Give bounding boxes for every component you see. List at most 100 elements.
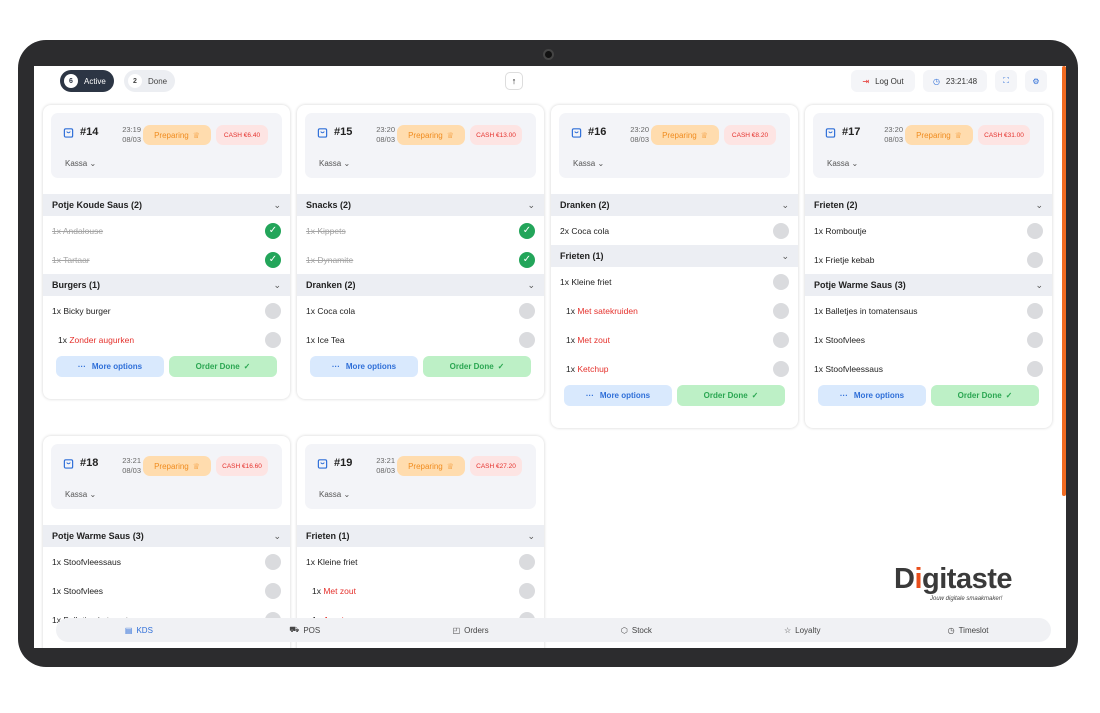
check-icon: ✓ [1005,391,1013,400]
item-checkbox[interactable] [773,302,789,319]
category-header[interactable]: Frieten (1) ⌄ [297,525,544,547]
item-checkbox[interactable] [265,553,281,570]
settings-button[interactable]: ⚙ [1025,70,1047,92]
category-header[interactable]: Potje Warme Saus (3) ⌄ [43,525,290,547]
order-item[interactable]: 1x Romboutje [805,216,1052,245]
item-checkbox[interactable] [1027,360,1043,377]
nav-item-timeslot[interactable]: ◷ Timeslot [885,618,1051,642]
status-badge[interactable]: Preparing ♕ [143,456,211,476]
item-checkbox[interactable] [265,302,281,319]
item-checkbox[interactable] [773,331,789,348]
item-name: 1x Frietje kebab [814,254,875,265]
order-item[interactable]: 1x Dynamite ✓ [297,245,544,274]
item-checkbox[interactable] [773,360,789,377]
check-icon[interactable]: ✓ [265,251,281,268]
nav-item-loyalty[interactable]: ☆ Loyalty [719,618,885,642]
chevron-down-icon: ⌄ [527,199,535,210]
order-done-button[interactable]: Order Done ✓ [423,356,531,377]
item-checkbox[interactable] [773,222,789,239]
item-checkbox[interactable] [773,273,789,290]
more-options-button[interactable]: ··· More options [564,385,672,406]
order-number: #17 [842,126,861,138]
nav-item-stock[interactable]: ⬡ Stock [553,618,719,642]
status-badge[interactable]: Preparing ♕ [651,125,719,145]
scroll-up-button[interactable]: ↑ [505,72,523,90]
more-options-button[interactable]: ··· More options [56,356,164,377]
item-checkbox[interactable] [1027,222,1043,239]
category-header[interactable]: Frieten (2) ⌄ [805,194,1052,216]
order-item[interactable]: 1x Stoofvlees [43,576,290,605]
order-source-dropdown[interactable]: Kassa ⌄ [573,159,604,168]
done-filter-pill[interactable]: 2 Done [124,70,176,92]
item-checkbox[interactable] [519,553,535,570]
check-icon[interactable]: ✓ [519,251,535,268]
status-badge[interactable]: Preparing ♕ [397,125,465,145]
fullscreen-button[interactable]: ⛶ [995,70,1017,92]
active-filter-pill[interactable]: 6 Active [60,70,114,92]
order-source-dropdown[interactable]: Kassa ⌄ [319,490,350,499]
nav-item-orders[interactable]: ◰ Orders [388,618,554,642]
order-source-dropdown[interactable]: Kassa ⌄ [827,159,858,168]
order-card: #14 23:19 08/03 Preparing ♕ CASH €6.40 Kas… [43,105,290,399]
order-item[interactable]: 1x Stoofvleessaus [805,354,1052,383]
nav-item-kds[interactable]: ▤ KDS [56,618,222,642]
order-item[interactable]: 1x Balletjes in tomatensaus [805,296,1052,325]
category-header[interactable]: Potje Koude Saus (2) ⌄ [43,194,290,216]
order-item[interactable]: 1x Coca cola [297,296,544,325]
item-checkbox[interactable] [519,302,535,319]
category-header[interactable]: Dranken (2) ⌄ [551,194,798,216]
nav-item-pos[interactable]: ⛟ POS [222,618,388,642]
more-options-button[interactable]: ··· More options [310,356,418,377]
item-modifier: 1x Met zout [312,585,356,596]
order-item[interactable]: 1x Kleine friet [551,267,798,296]
chevron-down-icon: ⌄ [89,490,97,499]
order-item[interactable]: 1x Kleine friet [297,547,544,576]
order-item[interactable]: 2x Coca cola [551,216,798,245]
order-done-button[interactable]: Order Done ✓ [677,385,785,406]
logout-button[interactable]: ⇥ Log Out [851,70,915,92]
order-done-button[interactable]: Order Done ✓ [169,356,277,377]
status-badge[interactable]: Preparing ♕ [905,125,973,145]
order-item[interactable]: 1x Met satekruiden [551,296,798,325]
item-checkbox[interactable] [265,331,281,348]
check-icon[interactable]: ✓ [265,222,281,239]
item-checkbox[interactable] [1027,251,1043,268]
item-checkbox[interactable] [265,582,281,599]
order-source-dropdown[interactable]: Kassa ⌄ [319,159,350,168]
order-done-button[interactable]: Order Done ✓ [931,385,1039,406]
scrollbar[interactable] [1062,66,1066,496]
item-name: 1x Stoofvlees [814,334,866,345]
status-badge[interactable]: Preparing ♕ [397,456,465,476]
category-header[interactable]: Potje Warme Saus (3) ⌄ [805,274,1052,296]
item-checkbox[interactable] [1027,302,1043,319]
category-header[interactable]: Dranken (2) ⌄ [297,274,544,296]
order-item[interactable]: 1x Tartaar ✓ [43,245,290,274]
item-checkbox[interactable] [1027,331,1043,348]
category-header[interactable]: Snacks (2) ⌄ [297,194,544,216]
order-source-dropdown[interactable]: Kassa ⌄ [65,159,96,168]
order-item[interactable]: 1x Stoofvlees [805,325,1052,354]
order-item[interactable]: 1x Met zout [297,576,544,605]
ellipsis-icon: ··· [77,362,86,371]
category-header[interactable]: Frieten (1) ⌄ [551,245,798,267]
status-badge[interactable]: Preparing ♕ [143,125,211,145]
order-item[interactable]: 1x Bicky burger [43,296,290,325]
order-item[interactable]: 1x Ketchup [551,354,798,383]
camera [543,49,554,60]
box-icon: ⬡ [620,625,628,635]
order-item[interactable]: 1x Stoofvleessaus [43,547,290,576]
check-icon[interactable]: ✓ [519,222,535,239]
category-header[interactable]: Burgers (1) ⌄ [43,274,290,296]
order-item[interactable]: 1x Andalouse ✓ [43,216,290,245]
more-options-button[interactable]: ··· More options [818,385,926,406]
order-item[interactable]: 1x Ice Tea [297,325,544,354]
order-item[interactable]: 1x Frietje kebab [805,245,1052,274]
order-item[interactable]: 1x Met zout [551,325,798,354]
item-checkbox[interactable] [519,582,535,599]
order-item[interactable]: 1x Kippets ✓ [297,216,544,245]
order-item[interactable]: 1x Zonder augurken [43,325,290,354]
order-card: #16 23:20 08/03 Preparing ♕ CASH €8.20 Kas… [551,105,798,428]
item-checkbox[interactable] [519,331,535,348]
clock-icon: ◷ [947,625,955,635]
order-source-dropdown[interactable]: Kassa ⌄ [65,490,96,499]
